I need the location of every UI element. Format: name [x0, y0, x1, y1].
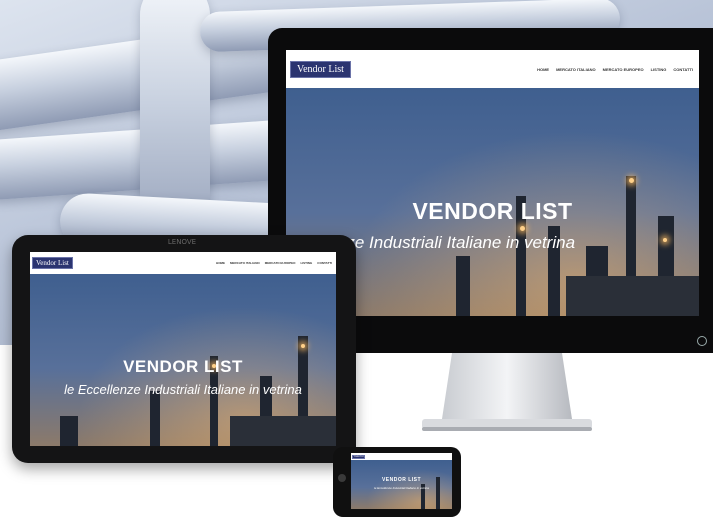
- nav-item-listing[interactable]: LISTING: [300, 261, 312, 265]
- flare-light: [301, 344, 305, 348]
- website-phone: Vendor List VENDOR LIST le Eccellenze In…: [351, 453, 452, 509]
- tablet-screen: Vendor List HOME MERCATO ITALIANO MERCAT…: [30, 252, 336, 446]
- home-button-icon: [338, 474, 346, 482]
- chimney: [150, 391, 160, 446]
- nav-item-mercato-italiano[interactable]: MERCATO ITALIANO: [556, 67, 596, 72]
- devices-mockup-image: Vendor List HOME MERCATO ITALIANO MERCAT…: [0, 0, 713, 518]
- refinery-structure: [230, 416, 336, 446]
- refinery-structure: [566, 276, 699, 316]
- site-logo[interactable]: Vendor List: [352, 454, 366, 459]
- nav-item-listing[interactable]: LISTING: [651, 67, 667, 72]
- phone-screen: Vendor List VENDOR LIST le Eccellenze In…: [351, 453, 452, 509]
- site-logo[interactable]: Vendor List: [32, 257, 73, 269]
- navbar: Vendor List HOME MERCATO ITALIANO MERCAT…: [30, 252, 336, 274]
- hero-title: VENDOR LIST: [381, 477, 422, 483]
- nav-item-home[interactable]: HOME: [216, 261, 225, 265]
- nav-item-mercato-europeo[interactable]: MERCATO EUROPEO: [265, 261, 296, 265]
- site-logo[interactable]: Vendor List: [290, 60, 351, 78]
- chimney: [60, 416, 78, 446]
- hero-title: VENDOR LIST: [412, 198, 573, 224]
- nav-menu: HOME MERCATO ITALIANO MERCATO EUROPEO LI…: [211, 261, 332, 265]
- nav-menu: HOME MERCATO ITALIANO MERCATO EUROPEO LI…: [530, 67, 693, 72]
- flare-light: [520, 226, 525, 231]
- navbar: Vendor List: [351, 453, 452, 460]
- hero-subtitle: le Eccellenze Industriali Italiane in ve…: [64, 382, 302, 397]
- nav-item-mercato-europeo[interactable]: MERCATO EUROPEO: [603, 67, 644, 72]
- monitor-stand: [422, 353, 592, 431]
- nav-item-contatti[interactable]: CONTATTI: [317, 261, 332, 265]
- hero-subtitle: le Eccellenze Industriali Italiane in ve…: [374, 486, 429, 490]
- website-tablet: Vendor List HOME MERCATO ITALIANO MERCAT…: [30, 252, 336, 446]
- flare-light: [663, 238, 667, 242]
- hero-section: VENDOR LIST le Eccellenze Industriali It…: [351, 460, 452, 509]
- navbar: Vendor List HOME MERCATO ITALIANO MERCAT…: [286, 50, 699, 88]
- nav-item-contatti[interactable]: CONTATTI: [673, 67, 693, 72]
- chimney: [456, 256, 470, 316]
- nav-item-home[interactable]: HOME: [537, 67, 549, 72]
- hero-section: VENDOR LIST le Eccellenze Industriali It…: [30, 274, 336, 446]
- flare-light: [629, 178, 634, 183]
- hero-title: VENDOR LIST: [123, 357, 243, 376]
- tablet-brand: LENOVE: [167, 238, 197, 246]
- power-icon: [697, 336, 707, 346]
- nav-item-mercato-italiano[interactable]: MERCATO ITALIANO: [230, 261, 260, 265]
